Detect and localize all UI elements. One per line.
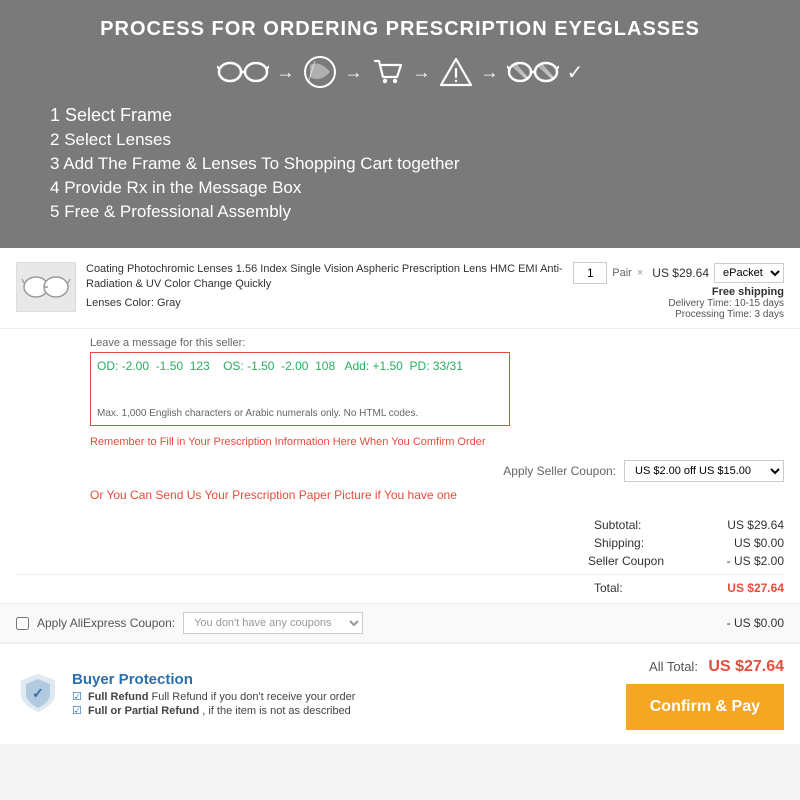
all-total-value: US $27.64	[708, 658, 784, 675]
arrow-4: →	[481, 62, 499, 83]
ali-coupon-amount: - US $0.00	[727, 616, 784, 630]
bp-item-1: ☑ Full Refund Full Refund if you don't r…	[72, 690, 355, 703]
total-row: Total: US $27.64	[16, 579, 784, 597]
lenses-color: Lenses Color: Gray	[86, 297, 563, 309]
message-box-wrapper: OD: -2.00 -1.50 123 OS: -1.50 -2.00 108 …	[90, 352, 510, 426]
message-hint: Max. 1,000 English characters or Arabic …	[97, 408, 503, 419]
product-image	[16, 262, 76, 312]
arrow-3: →	[413, 62, 431, 83]
seller-coupon-select[interactable]: US $2.00 off US $15.00	[624, 460, 784, 482]
steps-list: 1 Select Frame 2 Select Lenses 3 Add The…	[30, 105, 770, 222]
product-price: US $29.64	[652, 266, 709, 280]
header-title: PROCESS FOR ORDERING PRESCRIPTION EYEGLA…	[30, 18, 770, 41]
message-area: Leave a message for this seller: OD: -2.…	[0, 329, 800, 432]
shield-icon: ✓	[16, 671, 60, 715]
coupon-row: Apply Seller Coupon: US $2.00 off US $15…	[0, 450, 800, 486]
step-4: 4 Provide Rx in the Message Box	[50, 178, 770, 198]
ali-coupon-row: Apply AliExpress Coupon: You don't have …	[0, 603, 800, 643]
summary-section: Subtotal: US $29.64 Shipping: US $0.00 S…	[0, 510, 800, 603]
svg-text:✓: ✓	[32, 685, 44, 701]
product-title: Coating Photochromic Lenses 1.56 Index S…	[86, 262, 563, 293]
product-row: Coating Photochromic Lenses 1.56 Index S…	[0, 248, 800, 329]
buyer-protection: ✓ Buyer Protection ☑ Full Refund Full Re…	[16, 671, 355, 718]
ali-coupon-label: Apply AliExpress Coupon:	[37, 616, 175, 630]
confirm-pay-button[interactable]: Confirm & Pay	[626, 684, 784, 730]
shipping-label: Shipping:	[594, 536, 664, 550]
seller-coupon-summary-label: Seller Coupon	[588, 554, 664, 568]
quantity-input[interactable]	[573, 262, 607, 284]
total-pay-section: All Total: US $27.64 Confirm & Pay	[626, 658, 784, 730]
all-total-label: All Total:	[649, 659, 698, 674]
bp-text: Buyer Protection ☑ Full Refund Full Refu…	[72, 671, 355, 718]
warning-icon	[439, 55, 473, 89]
message-textarea[interactable]: OD: -2.00 -1.50 123 OS: -1.50 -2.00 108 …	[97, 359, 503, 403]
glasses2-icon	[507, 59, 559, 85]
subtotal-row: Subtotal: US $29.64	[16, 516, 784, 534]
or-send-text: Or You Can Send Us Your Prescription Pap…	[0, 486, 800, 510]
lens-icon	[303, 55, 337, 89]
ali-coupon-checkbox[interactable]	[16, 617, 29, 630]
ali-coupon-select[interactable]: You don't have any coupons	[183, 612, 363, 634]
message-label: Leave a message for this seller:	[90, 337, 784, 349]
step-5: 5 Free & Professional Assembly	[50, 202, 770, 222]
subtotal-label: Subtotal:	[594, 518, 664, 532]
cart-icon	[371, 55, 405, 89]
step-3: 3 Add The Frame & Lenses To Shopping Car…	[50, 154, 770, 174]
processing-time: Processing Time: 3 days	[668, 309, 784, 320]
free-shipping-label: Free shipping	[668, 286, 784, 298]
check-icon-1: ☑	[72, 691, 82, 703]
delivery-time: Delivery Time: 10-15 days	[668, 298, 784, 309]
seller-coupon-label: Apply Seller Coupon:	[503, 464, 616, 478]
total-value: US $27.64	[704, 581, 784, 595]
header-banner: PROCESS FOR ORDERING PRESCRIPTION EYEGLA…	[0, 0, 800, 248]
bp-item-2: ☑ Full or Partial Refund , if the item i…	[72, 704, 355, 717]
arrow-2: →	[345, 62, 363, 83]
shipping-row: Shipping: US $0.00	[16, 534, 784, 552]
check-icon-2: ☑	[72, 705, 82, 717]
shipping-value: US $0.00	[704, 536, 784, 550]
unit-label: Pair	[612, 267, 632, 279]
seller-coupon-summary-value: - US $2.00	[704, 554, 784, 568]
shipping-method-select[interactable]: ePacket	[714, 263, 784, 283]
reminder-text-1: Remember to Fill in Your Prescription In…	[0, 432, 800, 450]
steps-icons-row: → → → →	[30, 55, 770, 89]
arrow-1: →	[277, 62, 295, 83]
summary-divider	[16, 574, 784, 575]
subtotal-value: US $29.64	[704, 518, 784, 532]
all-total-row: All Total: US $27.64	[626, 658, 784, 676]
main-content: Coating Photochromic Lenses 1.56 Index S…	[0, 248, 800, 744]
total-label: Total:	[594, 581, 664, 595]
product-info: Coating Photochromic Lenses 1.56 Index S…	[86, 262, 563, 309]
seller-coupon-row: Seller Coupon - US $2.00	[16, 552, 784, 570]
step-1: 1 Select Frame	[50, 105, 770, 126]
bp-title: Buyer Protection	[72, 671, 355, 688]
glasses-icon	[217, 59, 269, 85]
step-2: 2 Select Lenses	[50, 130, 770, 150]
checkmark-icon: ✓	[567, 60, 584, 85]
footer-area: ✓ Buyer Protection ☑ Full Refund Full Re…	[0, 643, 800, 744]
